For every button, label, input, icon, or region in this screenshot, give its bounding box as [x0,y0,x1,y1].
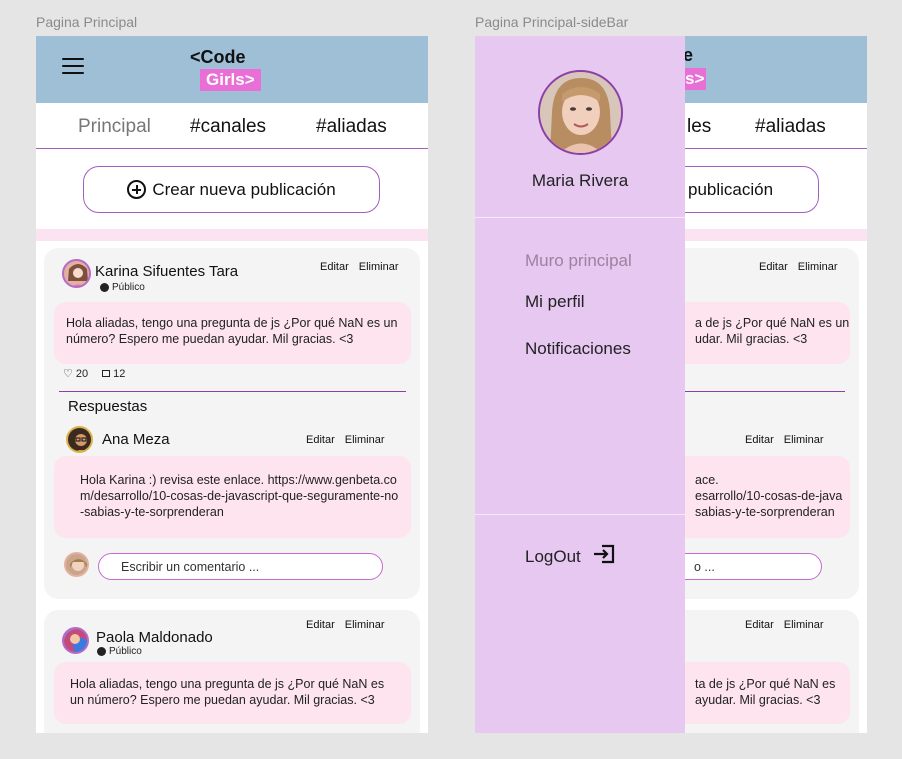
like-count[interactable]: ♡ 20 [63,367,88,381]
profile-name: Maria Rivera [531,171,629,190]
post-actions: Editar Eliminar [759,261,837,273]
reply-delete-button[interactable]: Eliminar [345,434,385,446]
edit-button[interactable]: Editar [759,261,788,273]
reply-actions: Editar Eliminar [745,434,823,446]
author-avatar[interactable] [62,627,89,654]
edit-button[interactable]: Editar [320,261,349,273]
post-actions: Editar Eliminar [306,619,384,631]
tab-aliadas[interactable]: #aliadas [755,116,826,138]
reply-body-line: ace. [695,473,719,487]
tab-bar: Principal #canales #aliadas [36,103,428,149]
tab-canales[interactable]: #canales [190,116,266,138]
reply-delete-button[interactable]: Eliminar [784,434,824,446]
post-body-line: udar. Mil gracias. <3 [695,332,808,346]
comment-count[interactable]: 12 [102,367,125,380]
visibility-label: Público [97,646,142,657]
post-card: Karina Sifuentes Tara Público Editar Eli… [44,248,420,599]
app-header: <Code Girls> [36,36,428,103]
frame-label-sidebar: Pagina Principal-sideBar [475,14,629,30]
post-stats: ♡ 20 12 [63,367,125,381]
edit-button[interactable]: Editar [306,619,335,631]
create-post-label: Crear nueva publicación [152,179,336,199]
post-body-line: ayudar. Mil gracias. <3 [695,693,821,707]
replies-divider [59,391,406,392]
sidebar-item-muro-principal[interactable]: Muro principal [525,251,632,271]
logout-button[interactable]: LogOut [525,544,615,569]
menu-icon[interactable] [62,58,84,76]
post-body-line: ta de js ¿Por qué NaN es [695,677,836,691]
replies-title: Respuestas [68,398,148,415]
post-author[interactable]: Paola Maldonado [96,629,213,646]
logout-label: LogOut [525,546,581,566]
tab-canales[interactable]: les [687,116,711,138]
create-post-button[interactable]: Crear nueva publicación [83,166,380,213]
tab-principal[interactable]: Principal [78,116,151,138]
add-circle-icon [127,180,147,199]
logo-line-2: s> [683,68,707,90]
comment-input[interactable]: Escribir un comentario ... [98,553,383,580]
sidebar-item-notificaciones[interactable]: Notificaciones [525,339,631,359]
reply-edit-button[interactable]: Editar [745,434,774,446]
logo-line-2: Girls> [200,69,261,91]
reply-body-line: esarrollo/10-cosas-de-java [695,489,843,503]
main-page-frame: <Code Girls> Principal #canales #aliadas… [36,36,428,733]
author-avatar[interactable] [62,259,91,288]
logout-icon [593,544,615,569]
post-actions: Editar Eliminar [745,619,823,631]
post-body-line: a de js ¿Por qué NaN es un [695,316,850,330]
sidebar-page-frame: e s> les #aliadas publicación Editar Eli… [475,36,867,733]
delete-button[interactable]: Eliminar [345,619,385,631]
visibility-text: Público [109,646,142,657]
reply-author[interactable]: Ana Meza [102,431,170,448]
comment-icon [102,370,111,377]
post-actions: Editar Eliminar [320,261,398,273]
sidebar-panel: Maria Rivera Muro principal Mi perfil No… [475,36,685,733]
visibility-label: Público [100,282,145,293]
sidebar-divider [475,217,685,218]
globe-icon [97,647,106,656]
visibility-text: Público [112,282,145,293]
reply-actions: Editar Eliminar [306,434,384,446]
delete-button[interactable]: Eliminar [784,619,824,631]
reply-body-line: sabias-y-te-sorprenderan [695,505,835,519]
create-post-label: publicación [688,179,774,199]
post-card: Paola Maldonado Público Editar Eliminar … [44,610,420,733]
post-body: Hola aliadas, tengo una pregunta de js ¿… [54,302,411,364]
delete-button[interactable]: Eliminar [798,261,838,273]
reply-author-avatar[interactable] [66,426,93,453]
delete-button[interactable]: Eliminar [359,261,399,273]
post-body: Hola aliadas, tengo una pregunta de js ¿… [54,662,411,724]
feed-separator [36,229,428,241]
current-user-avatar [64,552,89,577]
profile-avatar[interactable] [538,70,623,155]
heart-icon: ♡ [63,368,73,380]
post-author[interactable]: Karina Sifuentes Tara [95,263,238,280]
sidebar-item-mi-perfil[interactable]: Mi perfil [525,292,585,312]
reply-body: Hola Karina :) revisa este enlace. https… [54,456,411,538]
logo-line-1: <Code [190,47,246,67]
sidebar-divider [475,514,685,515]
tab-aliadas[interactable]: #aliadas [316,116,387,138]
frame-label-main: Pagina Principal [36,14,138,30]
edit-button[interactable]: Editar [745,619,774,631]
globe-icon [100,283,109,292]
reply-edit-button[interactable]: Editar [306,434,335,446]
